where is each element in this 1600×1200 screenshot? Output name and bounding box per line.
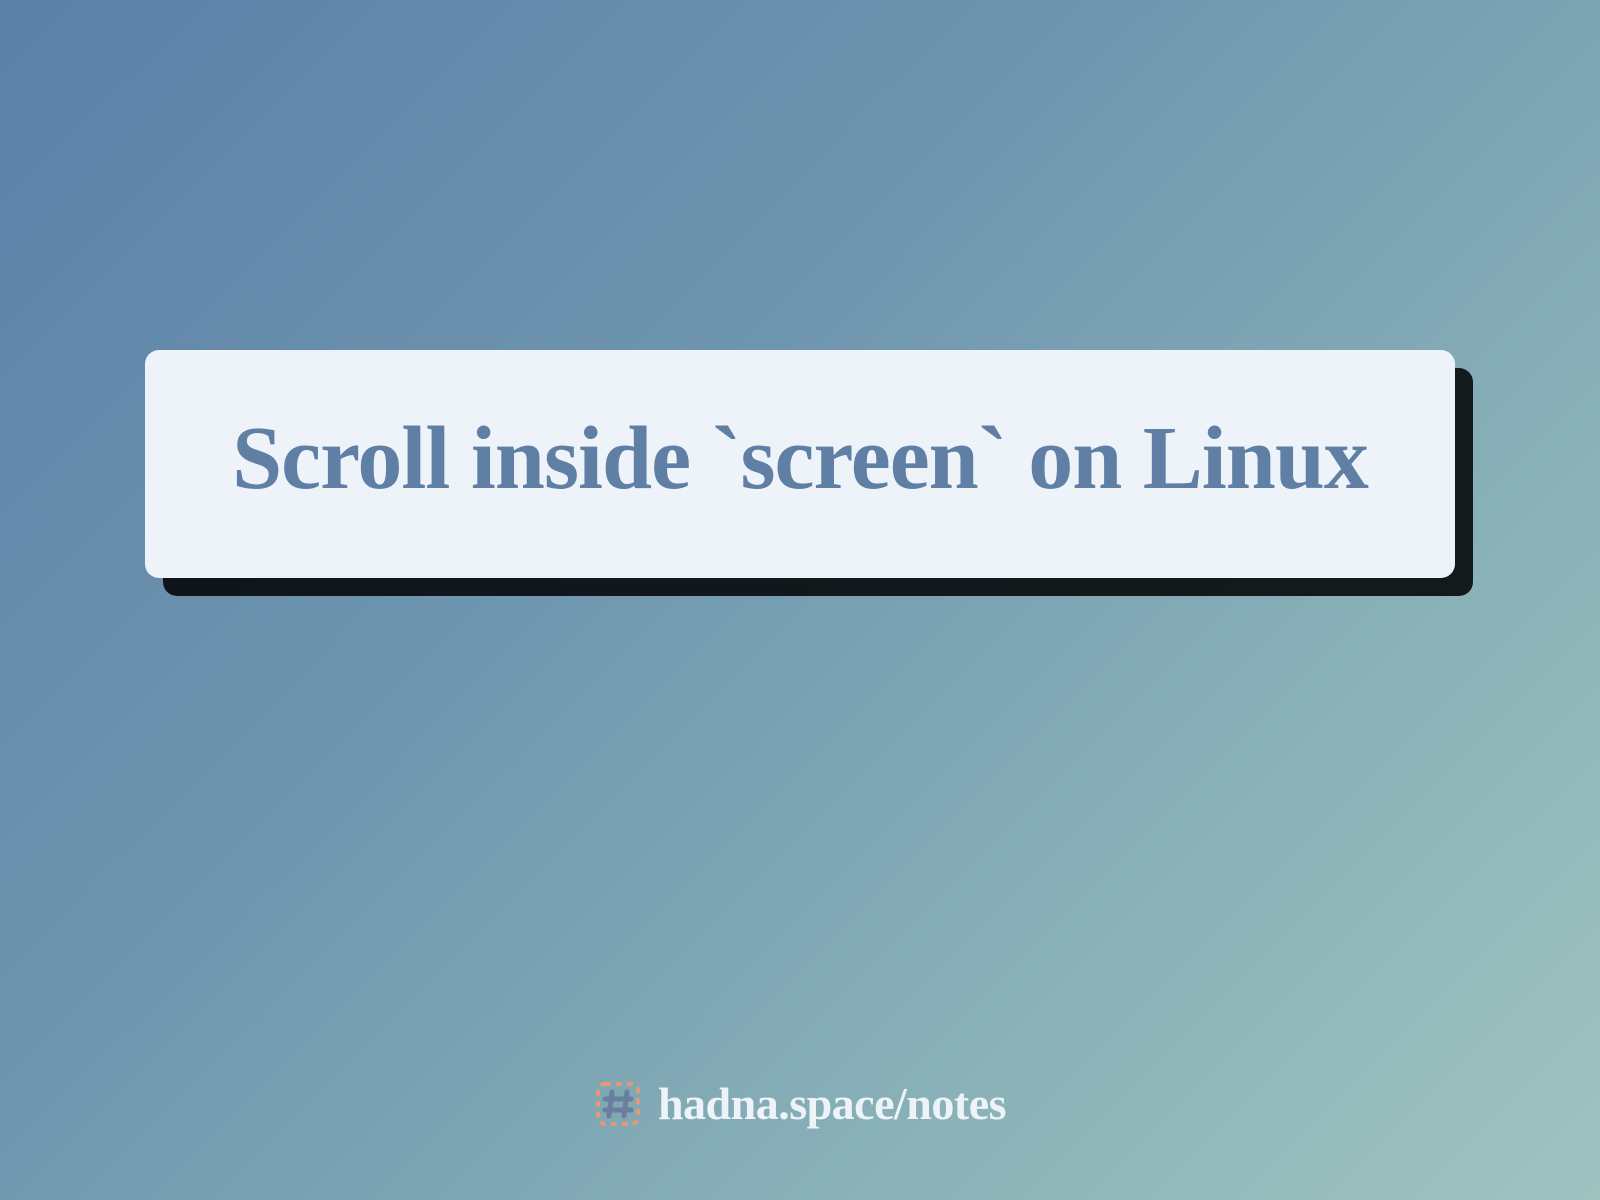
hash-logo-icon <box>594 1080 642 1128</box>
title-card: Scroll inside `screen` on Linux <box>145 350 1455 578</box>
footer: hadna.space/notes <box>0 1077 1600 1130</box>
page-title: Scroll inside `screen` on Linux <box>195 398 1405 520</box>
footer-site-label: hadna.space/notes <box>658 1077 1006 1130</box>
